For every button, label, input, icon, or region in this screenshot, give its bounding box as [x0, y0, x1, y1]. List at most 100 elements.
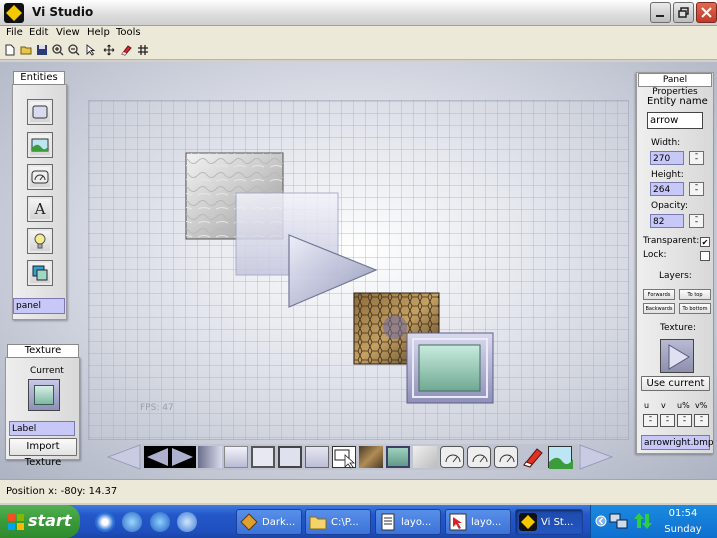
- palette-scroll-left-icon[interactable]: [106, 444, 142, 470]
- lock-checkbox[interactable]: [700, 251, 710, 261]
- gauge-entity-button[interactable]: [27, 164, 53, 190]
- start-button[interactable]: start: [0, 505, 80, 538]
- taskbar-task-layout2[interactable]: layo...: [445, 509, 511, 535]
- arrow-texture-icon: [668, 344, 690, 370]
- task-label: layo...: [401, 517, 432, 528]
- panel-entity-icon: [32, 105, 48, 119]
- palette-cursor-texture[interactable]: [332, 446, 356, 469]
- palette-stone-texture[interactable]: [413, 446, 437, 468]
- width-input[interactable]: 270: [650, 151, 684, 165]
- notepad-icon: [381, 513, 395, 531]
- palette-image-texture[interactable]: [548, 446, 573, 469]
- windows-logo-icon: [8, 514, 24, 530]
- text-entity-icon: A: [34, 200, 46, 218]
- width-label: Width:: [651, 138, 681, 148]
- import-texture-button[interactable]: Import Texture: [9, 438, 77, 468]
- v-label: v: [661, 401, 666, 410]
- taskbar-task-layout1[interactable]: layo...: [375, 509, 441, 535]
- entities-tab[interactable]: Entities: [13, 71, 65, 85]
- palette-eraser-texture[interactable]: [521, 446, 545, 468]
- transparent-label: Transparent:: [643, 236, 700, 246]
- palette-gauge3-texture[interactable]: [494, 446, 518, 468]
- width-stepper[interactable]: --: [689, 150, 704, 165]
- texture-label: Texture:: [660, 323, 696, 333]
- palette-gradient-texture[interactable]: [198, 446, 222, 468]
- palette-rounded-texture[interactable]: [305, 446, 329, 468]
- task-label: C:\P...: [331, 517, 359, 528]
- opacity-input[interactable]: 82: [650, 214, 684, 228]
- v-percent-label: v%: [695, 401, 708, 410]
- use-current-button[interactable]: Use current: [641, 376, 710, 391]
- height-stepper[interactable]: --: [689, 181, 704, 196]
- tray-expand-icon[interactable]: [595, 515, 607, 527]
- panel-properties: [636, 72, 714, 454]
- status-bar: Position x: -80y: 14.37: [0, 479, 717, 503]
- entity-type-field[interactable]: panel: [13, 298, 65, 314]
- palette-gauge2-texture[interactable]: [467, 446, 491, 468]
- texture-tab[interactable]: Texture: [7, 344, 79, 358]
- outlook-icon[interactable]: [177, 512, 197, 532]
- gauge-entity-icon: [31, 170, 49, 184]
- panel-properties-tab[interactable]: Panel Properties: [638, 73, 712, 97]
- task-label: layo...: [471, 517, 502, 528]
- task-label: Vi St...: [541, 517, 574, 528]
- start-label: start: [28, 511, 72, 530]
- light-bulb-icon: [34, 233, 46, 249]
- texture-preview[interactable]: [660, 339, 694, 373]
- lock-label: Lock:: [643, 250, 667, 260]
- palette-scroll-right-icon[interactable]: [578, 444, 614, 470]
- dark-app-icon: [240, 513, 258, 531]
- to-top-button[interactable]: To top: [679, 289, 711, 300]
- framed-green-panel[interactable]: [406, 332, 494, 404]
- palette-green-texture[interactable]: [386, 446, 410, 468]
- texture-file-field[interactable]: arrowright.bmp: [641, 435, 714, 450]
- internet-explorer-icon[interactable]: [150, 512, 170, 532]
- taskbar-task-vistudio[interactable]: Vi St...: [515, 509, 583, 535]
- transparent-checkbox[interactable]: ✔: [700, 237, 710, 247]
- v-percent-stepper[interactable]: --: [694, 413, 709, 427]
- texture-name-field[interactable]: Label: [9, 421, 75, 436]
- layers-label: Layers:: [659, 271, 692, 281]
- palette-arrows-texture[interactable]: [144, 446, 196, 468]
- image-entity-icon: [31, 138, 49, 152]
- backwards-button[interactable]: Backwards: [643, 303, 675, 314]
- position-readout: Position x: -80y: 14.37: [6, 486, 118, 497]
- clock-time: 01:54: [668, 508, 698, 519]
- sync-icon[interactable]: [122, 512, 142, 532]
- palette-bronze-texture[interactable]: [359, 446, 383, 468]
- network-icon[interactable]: [609, 511, 629, 531]
- system-tray: 01:54 Sunday: [590, 505, 717, 538]
- forwards-button[interactable]: Forwards: [643, 289, 675, 300]
- current-texture-preview[interactable]: [28, 379, 60, 411]
- task-label: Dark...: [262, 517, 296, 528]
- layer-entity-button[interactable]: [27, 260, 53, 286]
- paint-icon: [449, 513, 467, 531]
- gauge-texture-icon: [445, 454, 461, 463]
- opacity-stepper[interactable]: --: [689, 213, 704, 228]
- transfer-arrows-icon[interactable]: [633, 511, 653, 531]
- layer-entity-icon: [32, 265, 48, 281]
- media-player-icon[interactable]: [95, 512, 115, 532]
- image-entity-button[interactable]: [27, 132, 53, 158]
- v-stepper[interactable]: --: [660, 413, 675, 427]
- entity-name-label: Entity name: [647, 96, 708, 107]
- palette-button2-texture[interactable]: [278, 446, 302, 468]
- gauge-texture-icon: [499, 454, 515, 463]
- palette-gauge1-texture[interactable]: [440, 446, 464, 468]
- u-stepper[interactable]: --: [643, 413, 658, 427]
- u-percent-stepper[interactable]: --: [677, 413, 692, 427]
- text-entity-button[interactable]: A: [27, 196, 53, 222]
- clock-day: Sunday: [664, 524, 702, 535]
- to-bottom-button[interactable]: To bottom: [679, 303, 711, 314]
- panel-entity-button[interactable]: [27, 99, 53, 125]
- entity-name-input[interactable]: arrow: [647, 112, 703, 129]
- gauge-texture-icon: [472, 454, 488, 463]
- height-input[interactable]: 264: [650, 182, 684, 196]
- folder-icon: [309, 516, 327, 530]
- taskbar-task-dark[interactable]: Dark...: [236, 509, 302, 535]
- palette-glass-texture[interactable]: [224, 446, 248, 468]
- light-entity-button[interactable]: [27, 228, 53, 254]
- palette-button-texture[interactable]: [251, 446, 275, 468]
- taskbar-task-folder[interactable]: C:\P...: [305, 509, 371, 535]
- u-percent-label: u%: [677, 401, 690, 410]
